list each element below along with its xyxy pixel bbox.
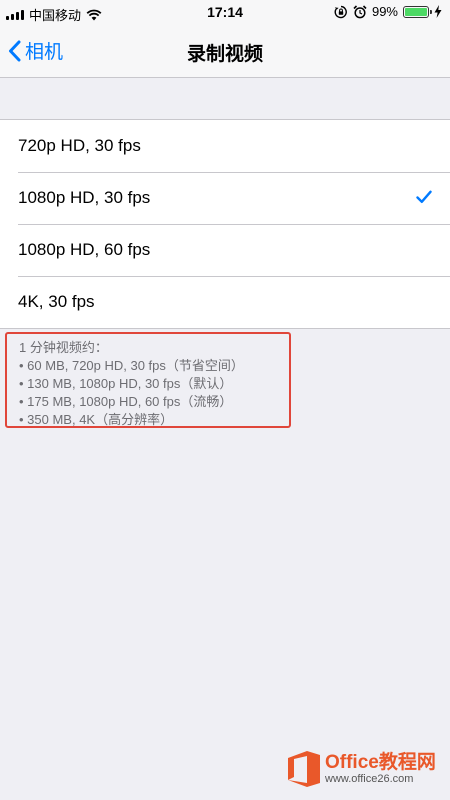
status-bar: 中国移动 17:14 99% — [0, 0, 450, 26]
option-label: 1080p HD, 60 fps — [18, 240, 151, 259]
status-right: 99% — [334, 4, 442, 19]
note-heading: 1 分钟视频约： — [19, 340, 108, 355]
battery-fill — [405, 7, 427, 16]
watermark: Office教程网 www.office26.com — [287, 750, 436, 788]
option-label: 720p HD, 30 fps — [18, 136, 141, 155]
charging-icon — [434, 5, 442, 18]
video-format-list: 720p HD, 30 fps 1080p HD, 30 fps 1080p H… — [0, 119, 450, 329]
option-1080p-60fps[interactable]: 1080p HD, 60 fps — [0, 224, 450, 276]
navigation-bar: 相机 录制视频 — [0, 26, 450, 78]
checkmark-icon — [416, 190, 432, 203]
file-size-note: 1 分钟视频约： • 60 MB, 720p HD, 30 fps（节省空间） … — [5, 332, 291, 428]
note-line: • 60 MB, 720p HD, 30 fps（节省空间） — [19, 358, 244, 373]
battery-percent: 99% — [371, 4, 398, 19]
watermark-title: Office教程网 — [325, 752, 436, 773]
note-line: • 130 MB, 1080p HD, 30 fps（默认） — [19, 376, 233, 391]
option-label: 1080p HD, 30 fps — [18, 188, 151, 207]
option-1080p-30fps[interactable]: 1080p HD, 30 fps — [0, 172, 450, 224]
alarm-icon — [353, 4, 367, 18]
note-line: • 175 MB, 1080p HD, 60 fps（流畅） — [19, 394, 233, 409]
battery-icon — [403, 5, 432, 18]
page-title: 录制视频 — [186, 44, 263, 65]
option-label: 4K, 30 fps — [18, 292, 95, 311]
option-4k-30fps[interactable]: 4K, 30 fps — [0, 276, 450, 328]
watermark-text: Office教程网 www.office26.com — [325, 753, 436, 785]
note-line: • 350 MB, 4K（高分辨率） — [19, 412, 174, 427]
watermark-url: www.office26.com — [325, 773, 414, 785]
option-720p-30fps[interactable]: 720p HD, 30 fps — [0, 120, 450, 172]
rotation-lock-icon — [334, 5, 347, 18]
office-logo-icon — [288, 751, 320, 787]
